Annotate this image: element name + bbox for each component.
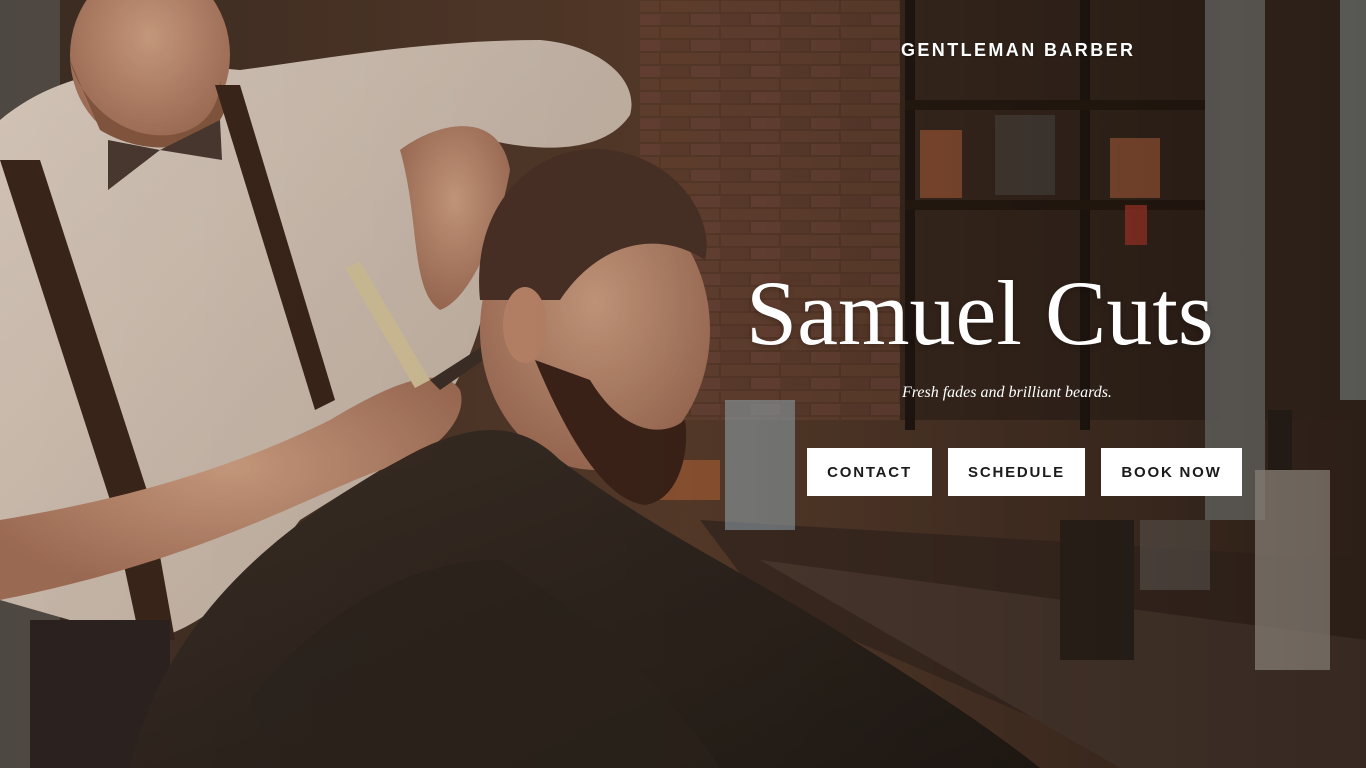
brand-name: GENTLEMAN BARBER bbox=[901, 40, 1136, 60]
book-now-button[interactable]: BOOK NOW bbox=[1101, 448, 1242, 496]
hero-content: GENTLEMAN BARBER Samuel Cuts Fresh fades… bbox=[700, 0, 1350, 768]
tagline: Fresh fades and brilliant beards. bbox=[902, 384, 1112, 401]
hero-section: GENTLEMAN BARBER Samuel Cuts Fresh fades… bbox=[0, 0, 1366, 768]
page-title: Samuel Cuts bbox=[746, 262, 1214, 364]
schedule-button[interactable]: SCHEDULE bbox=[948, 448, 1085, 496]
contact-button[interactable]: CONTACT bbox=[807, 448, 932, 496]
